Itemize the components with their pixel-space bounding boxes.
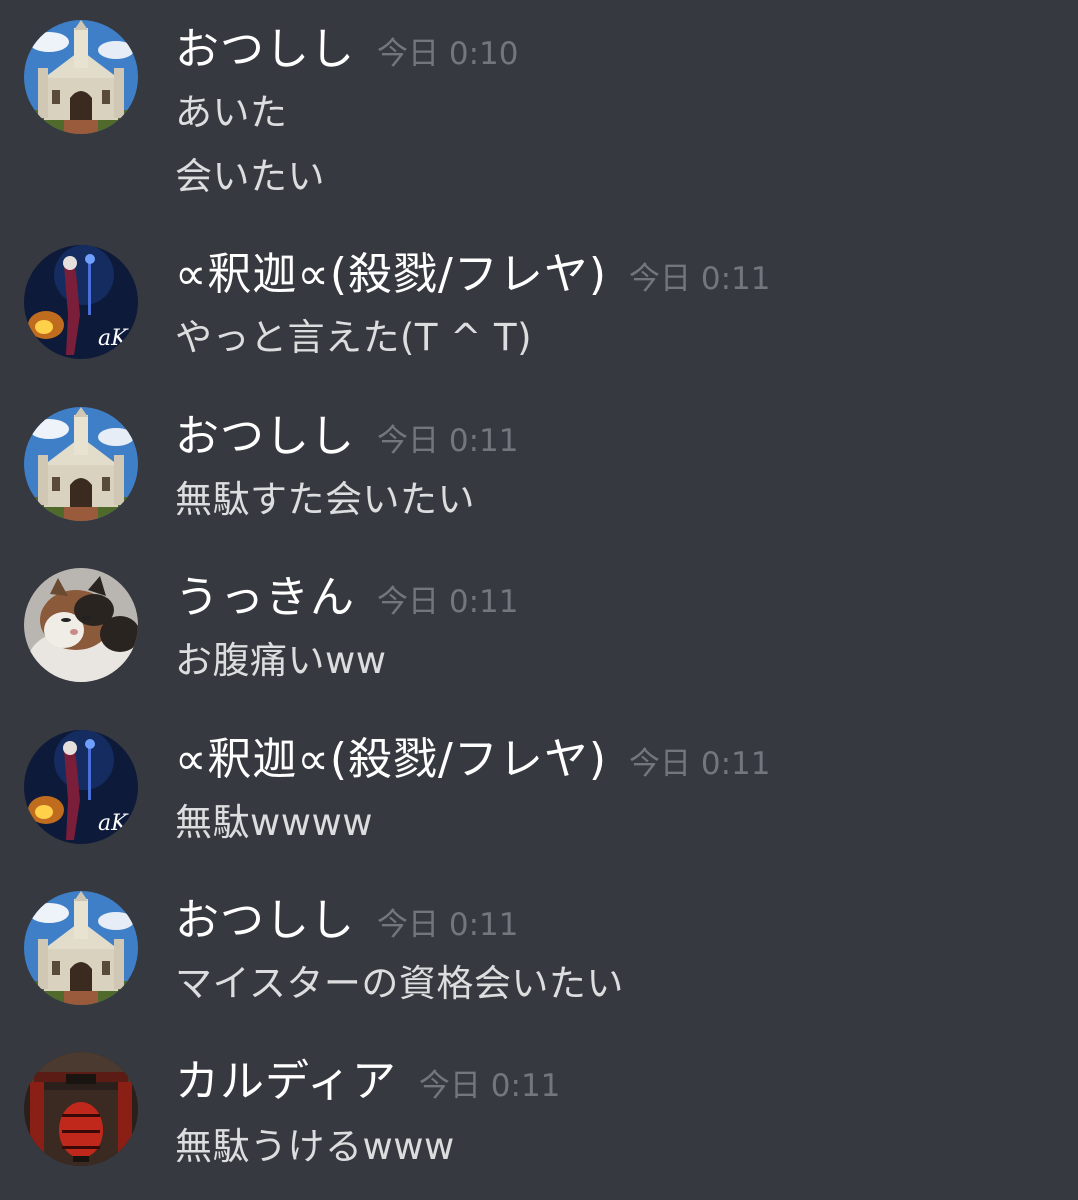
message-header: うっきん 今日 0:11 bbox=[175, 568, 518, 628]
cat-avatar[interactable] bbox=[24, 568, 138, 682]
message-header: カルディア 今日 0:11 bbox=[175, 1052, 560, 1112]
church-avatar[interactable] bbox=[24, 891, 138, 1005]
dark-fantasy-avatar[interactable] bbox=[24, 730, 138, 844]
message-timestamp: 今日 0:10 bbox=[377, 36, 519, 72]
message-timestamp: 今日 0:11 bbox=[629, 261, 771, 297]
message-author[interactable]: ∝釈迦∝(殺戮/フレヤ) bbox=[175, 730, 607, 790]
message-timestamp: 今日 0:11 bbox=[377, 423, 519, 459]
message-header: おつしし 今日 0:10 bbox=[175, 20, 518, 80]
message-header: おつしし 今日 0:11 bbox=[175, 891, 518, 951]
message-author[interactable]: カルディア bbox=[175, 1052, 397, 1112]
message-timestamp: 今日 0:11 bbox=[418, 1068, 561, 1104]
message-author[interactable]: おつしし bbox=[175, 407, 355, 467]
message-author[interactable]: おつしし bbox=[175, 891, 355, 951]
message-header: ∝釈迦∝(殺戮/フレヤ) 今日 0:11 bbox=[175, 730, 771, 790]
message-author[interactable]: うっきん bbox=[175, 568, 355, 628]
message-text: マイスターの資格会いたい bbox=[175, 962, 624, 1005]
message-text: やっと言えた(T ^ T) bbox=[175, 316, 533, 359]
message-header: ∝釈迦∝(殺戮/フレヤ) 今日 0:11 bbox=[175, 245, 771, 305]
temple-gate-avatar[interactable] bbox=[24, 1052, 138, 1166]
message-timestamp: 今日 0:11 bbox=[377, 907, 519, 943]
message-text: お腹痛いww bbox=[175, 639, 387, 682]
message-text: 会いたい bbox=[175, 155, 325, 198]
message-text: 無駄すた会いたい bbox=[175, 478, 475, 521]
message-header: おつしし 今日 0:11 bbox=[175, 407, 518, 467]
message-timestamp: 今日 0:11 bbox=[629, 746, 771, 782]
chat-message-list: おつしし 今日 0:10 あいた 会いたい ∝釈迦∝(殺戮/フレヤ) 今日 0:… bbox=[0, 0, 1078, 1200]
message-text: 無駄うけるwww bbox=[175, 1125, 455, 1168]
message-timestamp: 今日 0:11 bbox=[377, 584, 519, 620]
message-text: 無駄wwww bbox=[175, 801, 374, 844]
dark-fantasy-avatar[interactable] bbox=[24, 245, 138, 359]
church-avatar[interactable] bbox=[24, 407, 138, 521]
message-text: あいた bbox=[175, 91, 288, 134]
message-author[interactable]: おつしし bbox=[175, 20, 355, 80]
message-author[interactable]: ∝釈迦∝(殺戮/フレヤ) bbox=[175, 245, 607, 305]
church-avatar[interactable] bbox=[24, 20, 138, 134]
